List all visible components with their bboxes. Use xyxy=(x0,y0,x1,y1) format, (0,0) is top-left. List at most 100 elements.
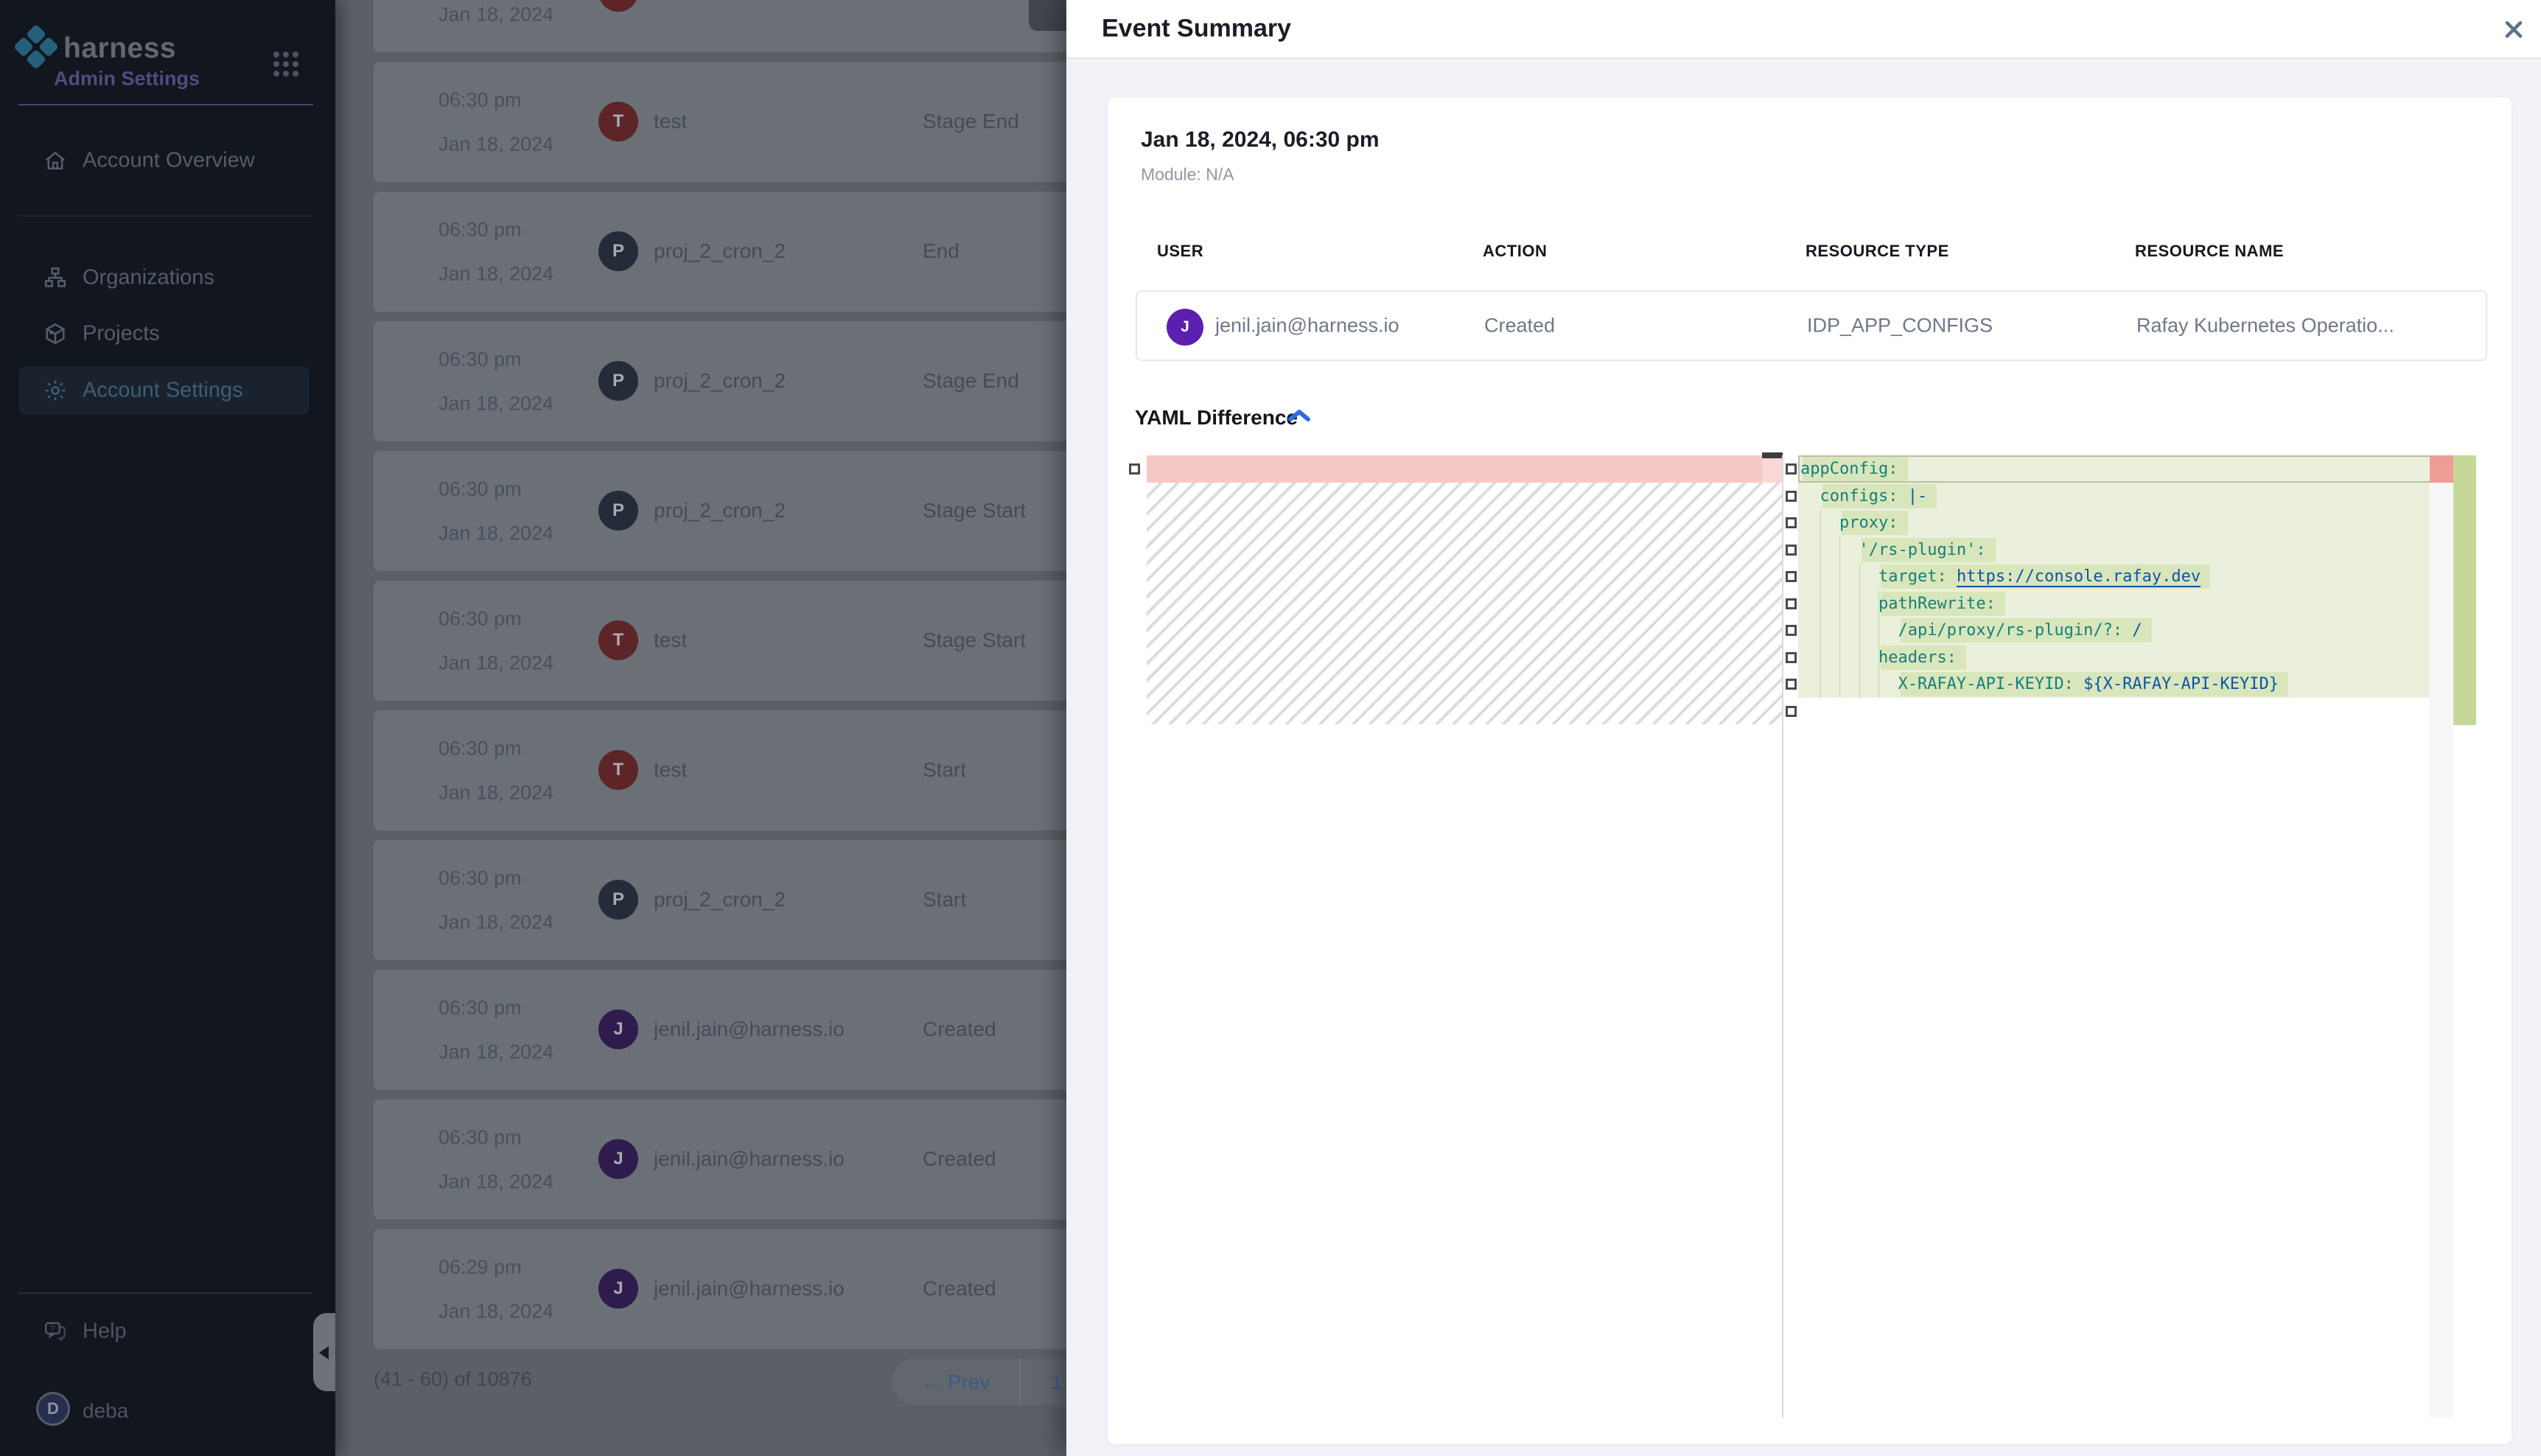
row-name: jenil.jain@harness.io xyxy=(654,1147,845,1171)
yaml-diff-editor[interactable]: appConfig: configs: |- proxy: '/rs-plugi… xyxy=(1108,455,2512,1418)
gear-icon xyxy=(43,378,68,403)
table-row[interactable]: 06:29 pmJan 18, 2024Jjenil.jain@harness.… xyxy=(374,1229,1066,1349)
sidebar-item-organizations[interactable]: Organizations xyxy=(18,253,310,302)
row-name: test xyxy=(654,629,687,652)
avatar: P xyxy=(598,491,638,531)
row-name: proj_2_cron_2 xyxy=(654,499,786,522)
collapse-arrow-icon xyxy=(319,1346,329,1359)
app-root: Jan 18, 2024TtestEnd06:30 pmJan 18, 2024… xyxy=(0,0,2541,1456)
row-time-value: 06:30 pm xyxy=(438,738,522,760)
row-time: 06:30 pmJan 18, 2024 xyxy=(438,321,586,441)
row-action: Start xyxy=(923,888,966,911)
event-module: Module: N/A xyxy=(1141,165,1234,185)
sidebar-item-account-overview[interactable]: Account Overview xyxy=(18,136,310,185)
harness-logo-icon xyxy=(12,24,60,71)
drawer-title: Event Summary xyxy=(1102,15,1291,43)
user-menu[interactable]: D deba xyxy=(18,1389,310,1433)
pager-pill: ← Prev 1 xyxy=(892,1359,1066,1405)
yaml-value: ${X-RAFAY-API-KEYID} xyxy=(2083,675,2279,693)
event-card: Jan 18, 2024, 06:30 pm Module: N/A USER … xyxy=(1108,97,2512,1444)
sidebar-divider xyxy=(18,1292,313,1294)
row-name: jenil.jain@harness.io xyxy=(654,1277,845,1301)
help-label: Help xyxy=(83,1320,127,1344)
row-date-value: Jan 18, 2024 xyxy=(438,652,553,675)
row-name: jenil.jain@harness.io xyxy=(654,1018,845,1041)
sidebar-item-label: Projects xyxy=(83,322,160,346)
row-time: 06:30 pmJan 18, 2024 xyxy=(438,581,586,701)
code-line: /api/proxy/rs-plugin/?: / xyxy=(1800,617,2142,644)
svg-text:?: ? xyxy=(50,1324,55,1333)
diff-gutter-marker xyxy=(1786,652,1797,663)
diff-gutter-marker xyxy=(1129,463,1140,475)
overview-ruler[interactable] xyxy=(2430,455,2453,1418)
table-row[interactable]: 06:30 pmJan 18, 2024Jjenil.jain@harness.… xyxy=(374,1099,1066,1219)
yaml-key: appConfig: xyxy=(1800,460,1898,478)
diff-sash-handle[interactable] xyxy=(1762,452,1783,458)
row-time: 06:30 pmJan 18, 2024 xyxy=(438,451,586,571)
sidebar-item-projects[interactable]: Projects xyxy=(18,309,310,358)
row-name: proj_2_cron_2 xyxy=(654,369,786,393)
row-time: Jan 18, 2024 xyxy=(438,0,586,52)
table-row[interactable]: 06:30 pmJan 18, 2024Pproj_2_cron_2Start xyxy=(374,840,1066,960)
avatar: T xyxy=(598,102,638,141)
indent-guide xyxy=(1859,564,1860,698)
table-row[interactable]: 06:30 pmJan 18, 2024 Ttest Stage Start xyxy=(374,581,1066,701)
avatar: T xyxy=(598,620,638,660)
avatar: P xyxy=(598,880,638,920)
col-header-resource-type: RESOURCE TYPE xyxy=(1806,242,1949,261)
row-date-value: Jan 18, 2024 xyxy=(438,4,553,27)
sidebar-collapse-handle[interactable] xyxy=(313,1313,335,1391)
hierarchy-icon xyxy=(43,265,68,290)
page-number-button[interactable]: 1 xyxy=(1051,1371,1063,1394)
row-date-value: Jan 18, 2024 xyxy=(438,1041,553,1064)
event-datetime: Jan 18, 2024, 06:30 pm xyxy=(1141,127,1380,153)
sidebar-item-label: Organizations xyxy=(83,266,214,290)
app-switcher-icon[interactable] xyxy=(273,52,298,77)
row-time-value: 06:30 pm xyxy=(438,1127,522,1149)
diff-removed-lane xyxy=(1762,455,1782,483)
diff-gutter-marker xyxy=(1786,706,1797,717)
row-action: Start xyxy=(923,758,966,782)
diff-empty-region xyxy=(1147,483,1782,724)
table-row[interactable]: 06:30 pmJan 18, 2024Pproj_2_cron_2End xyxy=(374,192,1066,312)
yaml-key: proxy: xyxy=(1839,514,1898,532)
chevron-up-icon[interactable] xyxy=(1287,407,1312,424)
sidebar-item-account-settings[interactable]: Account Settings xyxy=(18,366,310,415)
table-row[interactable]: 06:30 pmJan 18, 2024Pproj_2_cron_2Stage … xyxy=(374,451,1066,571)
avatar: J xyxy=(1167,309,1203,346)
pager-divider xyxy=(1019,1359,1021,1405)
yaml-key: /api/proxy/rs-plugin/?: xyxy=(1898,621,2122,640)
diff-gutter-marker xyxy=(1786,545,1797,556)
row-action: Created xyxy=(923,1277,996,1301)
table-row[interactable]: 06:30 pmJan 18, 2024Pproj_2_cron_2Stage … xyxy=(374,321,1066,441)
row-date-value: Jan 18, 2024 xyxy=(438,1301,553,1323)
close-icon[interactable] xyxy=(2500,16,2527,43)
cube-icon xyxy=(43,321,68,346)
yaml-key: configs: xyxy=(1820,487,1898,505)
row-action: Stage Start xyxy=(923,629,1026,652)
yaml-key: headers: xyxy=(1878,648,1957,667)
code-line: '/rs-plugin': xyxy=(1800,536,1986,564)
diff-pane-divider[interactable] xyxy=(1782,455,1783,1418)
table-row[interactable]: 06:30 pmJan 18, 2024TtestStart xyxy=(374,710,1066,830)
prev-page-button[interactable]: ← Prev xyxy=(921,1371,990,1394)
table-row[interactable]: Jan 18, 2024TtestEnd xyxy=(374,0,1066,52)
row-action: Created xyxy=(923,1018,996,1041)
sidebar-item-help[interactable]: ? Help xyxy=(18,1307,310,1356)
user-avatar: D xyxy=(36,1392,70,1426)
yaml-link-value[interactable]: https://console.rafay.dev xyxy=(1957,567,2201,587)
row-date-value: Jan 18, 2024 xyxy=(438,911,553,934)
table-row[interactable]: 06:30 pmJan 18, 2024Jjenil.jain@harness.… xyxy=(374,970,1066,1090)
row-time-value: 06:30 pm xyxy=(438,997,522,1020)
table-row[interactable]: 06:30 pmJan 18, 2024TtestStage End xyxy=(374,62,1066,182)
event-resource-type: IDP_APP_CONFIGS xyxy=(1807,315,1993,337)
pagination-range: (41 - 60) of 10876 xyxy=(374,1368,532,1391)
avatar: J xyxy=(598,1269,638,1309)
diff-gutter-marker xyxy=(1786,491,1797,502)
row-name: proj_2_cron_2 xyxy=(654,239,786,263)
row-action: End xyxy=(923,0,960,4)
logo-text: harness xyxy=(63,32,176,65)
row-action: Created xyxy=(923,1147,996,1171)
avatar: J xyxy=(598,1139,638,1179)
yaml-key: pathRewrite: xyxy=(1878,595,1996,613)
